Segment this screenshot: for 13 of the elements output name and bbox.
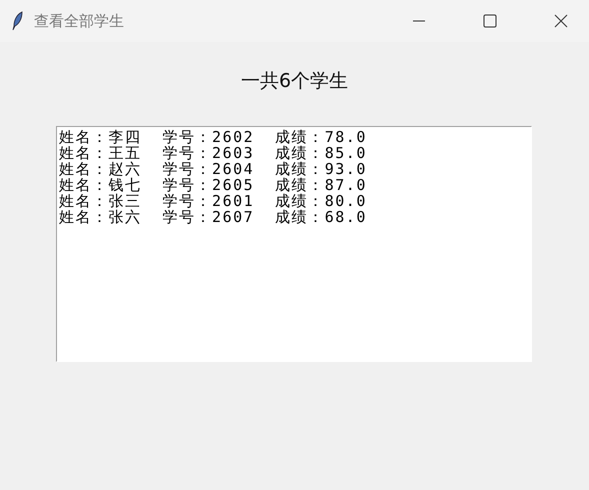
text-box[interactable]: 姓名：李四 学号：2602 成绩：78.0 姓名：王五 学号：2603 成绩：85.0 姓名：赵六 学号：2604 成绩：93.0 姓名：钱七 学号：2605 成绩：87.0 姓名：张三 学号：2601 成绩：80.0 姓名：张六 学号：2607 成绩：68.0 <box>56 126 532 362</box>
student-line: 姓名：赵六 学号：2604 成绩：93.0 <box>59 161 368 177</box>
student-line: 姓名：王五 学号：2603 成绩：85.0 <box>59 145 368 161</box>
student-line: 姓名：李四 学号：2602 成绩：78.0 <box>59 129 368 145</box>
maximize-icon <box>483 14 497 28</box>
student-line: 姓名：张三 学号：2601 成绩：80.0 <box>59 193 368 209</box>
minimize-icon <box>412 20 426 22</box>
student-line: 姓名：张六 学号：2607 成绩：68.0 <box>59 209 368 225</box>
feather-icon <box>12 11 24 31</box>
heading: 一共6个学生 <box>240 69 348 94</box>
window-title: 查看全部学生 <box>34 12 125 30</box>
close-icon <box>554 14 568 28</box>
student-line: 姓名：钱七 学号：2605 成绩：87.0 <box>59 177 368 193</box>
